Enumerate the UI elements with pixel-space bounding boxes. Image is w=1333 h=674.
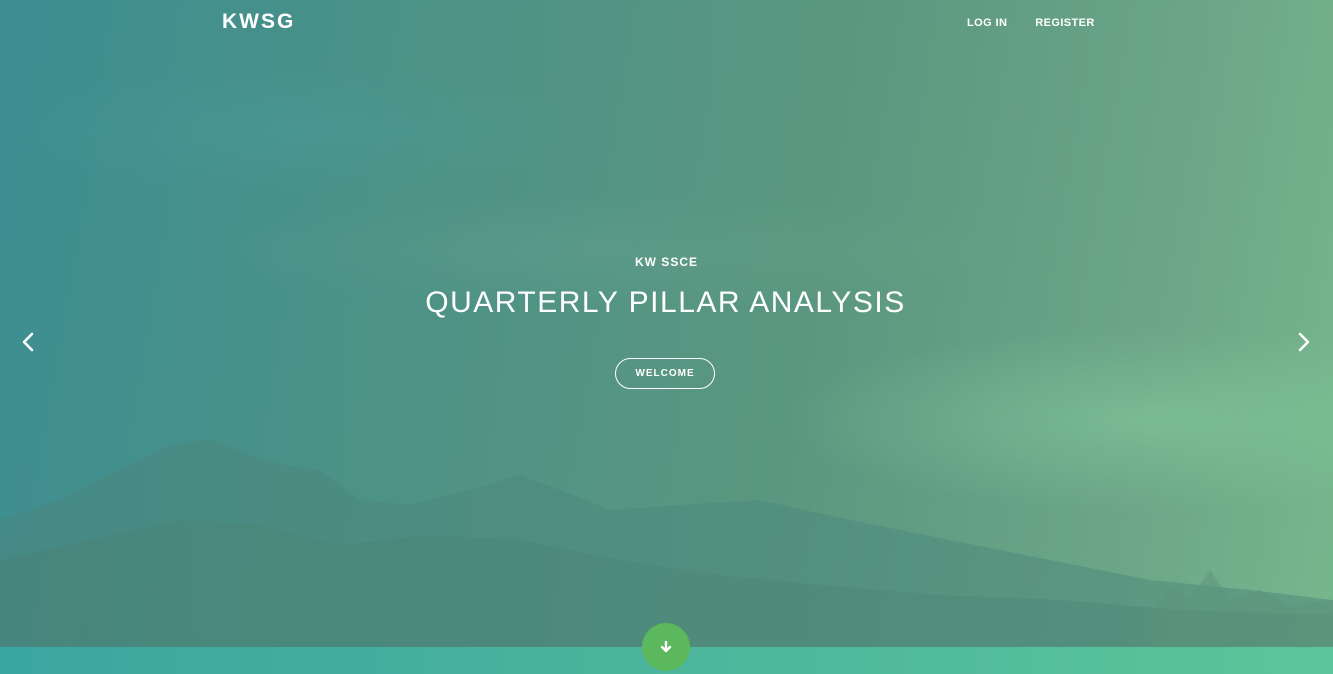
- hero-headline: QUARTERLY PILLAR ANALYSIS: [425, 286, 906, 319]
- nav-register-link[interactable]: REGISTER: [1023, 16, 1110, 30]
- welcome-button[interactable]: WELCOME: [615, 358, 715, 389]
- chevron-left-icon: [22, 332, 34, 352]
- top-nav: LOG IN REGISTER: [955, 16, 1111, 30]
- carousel-prev-button[interactable]: [17, 330, 41, 354]
- scroll-down-button[interactable]: [642, 623, 690, 671]
- nav-login-link[interactable]: LOG IN: [955, 16, 1023, 30]
- hero-kicker: KW SSCE: [634, 255, 698, 269]
- brand-logo[interactable]: KWSG: [222, 10, 295, 34]
- chevron-right-icon: [1298, 332, 1310, 352]
- color-overlay: [0, 0, 1333, 647]
- carousel-next-button[interactable]: [1291, 330, 1315, 354]
- hero-section: KWSG LOG IN REGISTER KW SSCE QUARTERLY P…: [0, 0, 1333, 647]
- arrow-down-icon: [660, 640, 672, 653]
